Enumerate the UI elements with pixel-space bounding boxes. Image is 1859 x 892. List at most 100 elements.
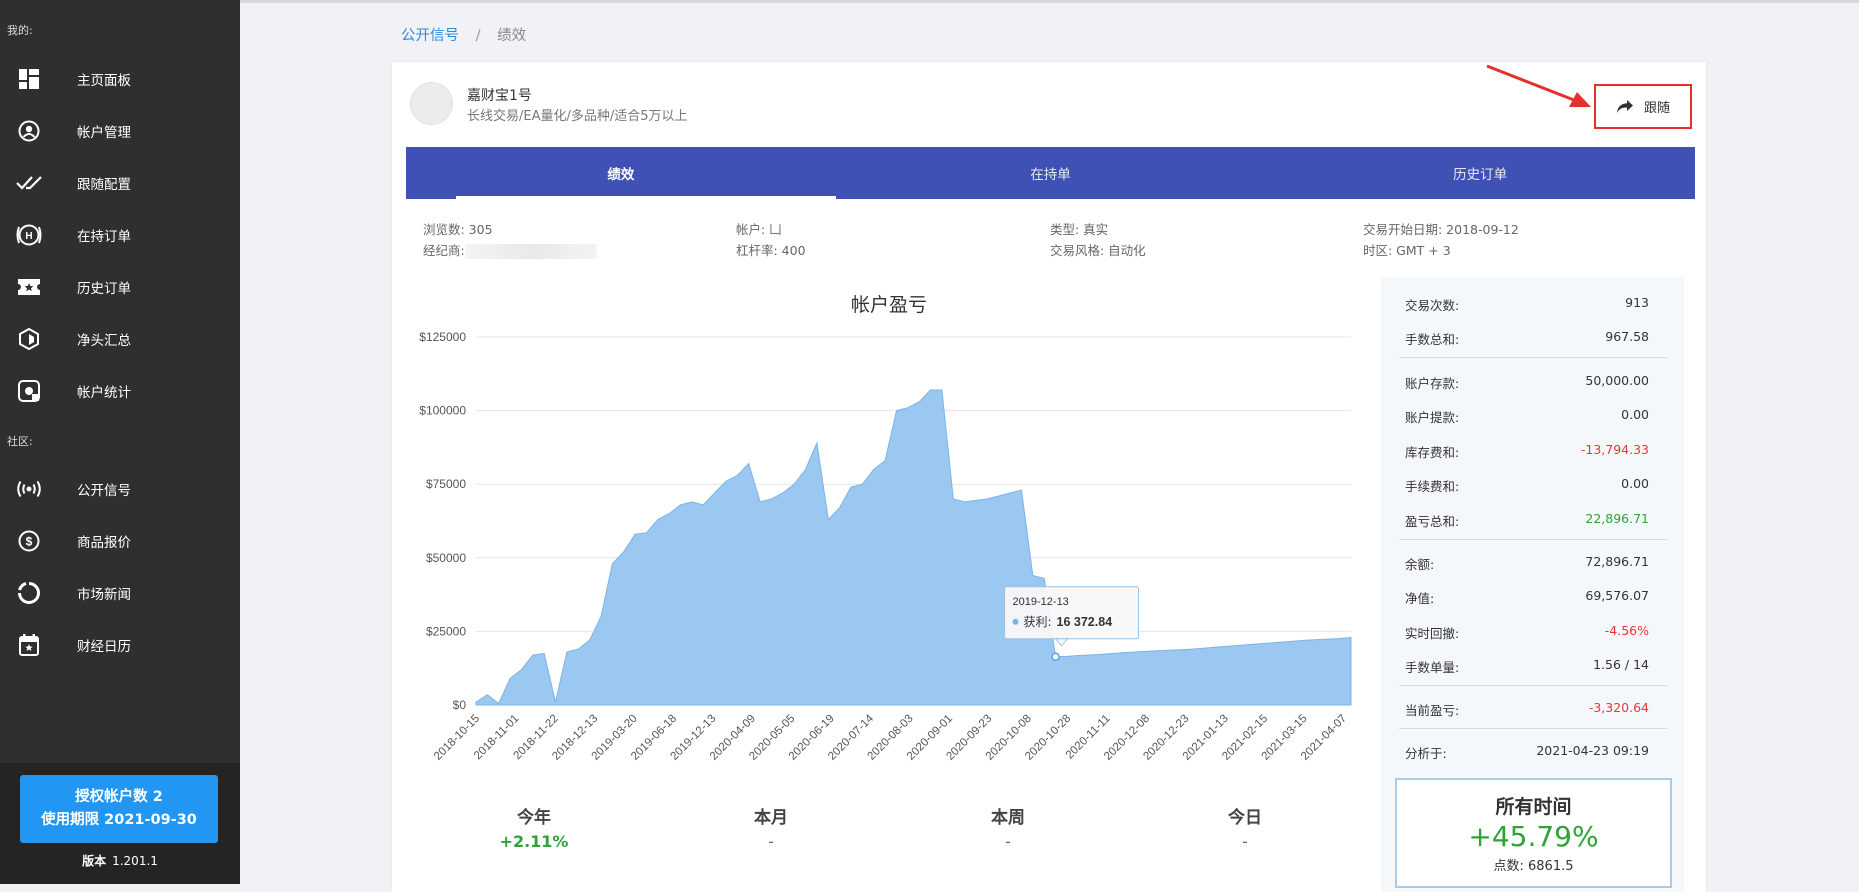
section-label-mine: 我的:: [7, 24, 33, 37]
info-timezone: 时区: GMT + 3: [1363, 243, 1451, 258]
stat-row: 库存费和: -13,794.33: [1405, 442, 1665, 461]
sidebar-item-label: 公开信号: [77, 483, 131, 499]
info-views: 浏览数: 305: [423, 222, 493, 237]
stat-value: 69,576.07: [1585, 588, 1649, 603]
dollar-icon: $: [16, 528, 42, 554]
y-tick-label: $125000: [419, 330, 466, 344]
sidebar-item-net-summary[interactable]: 净头汇总: [0, 319, 240, 359]
stat-label: 盈亏总和:: [1405, 514, 1460, 529]
avatar: [410, 82, 453, 125]
chart-title: 帐户盈亏: [850, 294, 927, 316]
sidebar-item-dashboard[interactable]: 主页面板: [0, 59, 240, 99]
stat-value: 0.00: [1621, 476, 1649, 491]
area-series: [475, 389, 1352, 706]
stat-label: 手数总和:: [1405, 332, 1460, 347]
tab-open-positions[interactable]: 在持单: [836, 147, 1266, 199]
period-label: 今日: [1228, 808, 1262, 828]
y-tick-label: $50000: [426, 551, 466, 565]
period-label: 本月: [754, 808, 788, 828]
pnl-chart: 帐户盈亏 $0 $25000 $50000 $75000 $100000 $125000 2…: [406, 282, 1366, 782]
news-ring-icon: [16, 580, 42, 606]
follow-button[interactable]: 跟随: [1594, 84, 1692, 129]
sidebar-item-market-news[interactable]: 市场新闻: [0, 573, 240, 613]
holdings-icon: H: [16, 222, 42, 248]
sidebar-item-economic-calendar[interactable]: 财经日历: [0, 625, 240, 665]
double-check-icon: [16, 170, 42, 196]
sidebar-item-account-stats[interactable]: 帐户统计: [0, 371, 240, 411]
version-info: 版本 1.201.1: [0, 852, 240, 869]
period-week: 本周 -: [948, 803, 1068, 851]
sidebar-item-label: 财经日历: [77, 639, 131, 655]
stat-label: 库存费和:: [1405, 445, 1460, 460]
svg-text:H: H: [25, 231, 32, 242]
tooltip-pointer: [1054, 638, 1069, 647]
stat-label: 手数单量:: [1405, 660, 1460, 675]
sidebar-item-label: 帐户统计: [77, 385, 131, 401]
stat-label: 账户存款:: [1405, 376, 1460, 391]
sidebar-item-label: 在持订单: [77, 229, 131, 245]
stat-label: 分析于:: [1405, 746, 1447, 761]
y-tick-label: $0: [453, 698, 467, 712]
stat-value: 913: [1625, 295, 1649, 310]
stat-label: 当前盈亏:: [1405, 703, 1460, 718]
info-leverage: 杠杆率: 400: [736, 243, 806, 258]
stat-label: 余额:: [1405, 557, 1435, 572]
sidebar-item-quotes[interactable]: $ 商品报价: [0, 521, 240, 561]
info-broker: 经纪商:: [423, 240, 597, 259]
stat-row: 实时回撤: -4.56%: [1405, 623, 1665, 642]
sidebar-item-account-management[interactable]: 帐户管理: [0, 111, 240, 151]
breadcrumb-link-signals[interactable]: 公开信号: [401, 28, 459, 44]
version-value: 1.201.1: [112, 854, 158, 868]
dashboard-icon: [16, 66, 42, 92]
tooltip-box: [1004, 586, 1140, 640]
tooltip-label: 获利:: [1024, 615, 1052, 629]
annotation-arrow: [1486, 64, 1591, 107]
follow-label: 跟随: [1643, 101, 1670, 116]
period-label: 今年: [517, 808, 551, 828]
all-time-title: 所有时间: [1495, 796, 1572, 818]
info-broker-label: 经纪商:: [423, 243, 465, 258]
stat-row: 账户提款: 0.00: [1405, 407, 1665, 426]
breadcrumb-separator: /: [475, 28, 481, 44]
sidebar-item-label: 历史订单: [77, 281, 131, 297]
sidebar-item-label: 市场新闻: [77, 587, 131, 603]
stat-value: -4.56%: [1604, 623, 1649, 638]
stat-row: 手数单量: 1.56 / 14: [1405, 657, 1665, 676]
stat-value: 50,000.00: [1585, 373, 1649, 388]
tab-order-history[interactable]: 历史订单: [1265, 147, 1695, 199]
tab-performance[interactable]: 绩效: [406, 147, 836, 199]
ticket-icon: [16, 274, 42, 300]
period-today: 今日 -: [1185, 803, 1305, 851]
stat-label: 账户提款:: [1405, 410, 1460, 425]
info-account: 帐户: 凵: [736, 222, 782, 237]
license-button[interactable]: 授权帐户数 2 使用期限 2021-09-30: [20, 775, 218, 843]
stat-row: 当前盈亏: -3,320.64: [1405, 700, 1665, 719]
period-value: -: [1005, 832, 1011, 851]
stat-divider: [1399, 728, 1667, 729]
calendar-icon: [16, 632, 42, 658]
breadcrumb-current: 绩效: [497, 28, 527, 44]
tooltip-date: 2019-12-13: [1013, 596, 1069, 608]
stat-row: 手数总和: 967.58: [1405, 329, 1665, 348]
stat-divider: [1399, 539, 1667, 540]
section-label-community: 社区:: [7, 435, 33, 448]
sidebar-item-follow-config[interactable]: 跟随配置: [0, 163, 240, 203]
stat-label: 净值:: [1405, 591, 1435, 606]
period-value: +2.11%: [499, 832, 569, 851]
stat-divider: [1399, 357, 1667, 358]
stat-label: 交易次数:: [1405, 298, 1460, 313]
sidebar-item-public-signals[interactable]: 公开信号: [0, 469, 240, 509]
period-value: -: [768, 832, 774, 851]
stat-row: 净值: 69,576.07: [1405, 588, 1665, 607]
broker-redacted: [464, 244, 597, 259]
y-tick-label: $100000: [419, 404, 466, 418]
sidebar: 我的: 主页面板 帐户管理 跟随配置 H 在持订单 历史订单 净头汇总 帐户统计…: [0, 0, 240, 884]
sidebar-item-open-orders[interactable]: H 在持订单: [0, 215, 240, 255]
stat-label: 实时回撤:: [1405, 626, 1460, 641]
sidebar-item-history-orders[interactable]: 历史订单: [0, 267, 240, 307]
stat-row: 账户存款: 50,000.00: [1405, 373, 1665, 392]
user-circle-icon: [16, 118, 42, 144]
period-value: -: [1242, 832, 1248, 851]
stat-row: 盈亏总和: 22,896.71: [1405, 511, 1665, 530]
all-time-value: +45.79%: [1468, 820, 1599, 853]
